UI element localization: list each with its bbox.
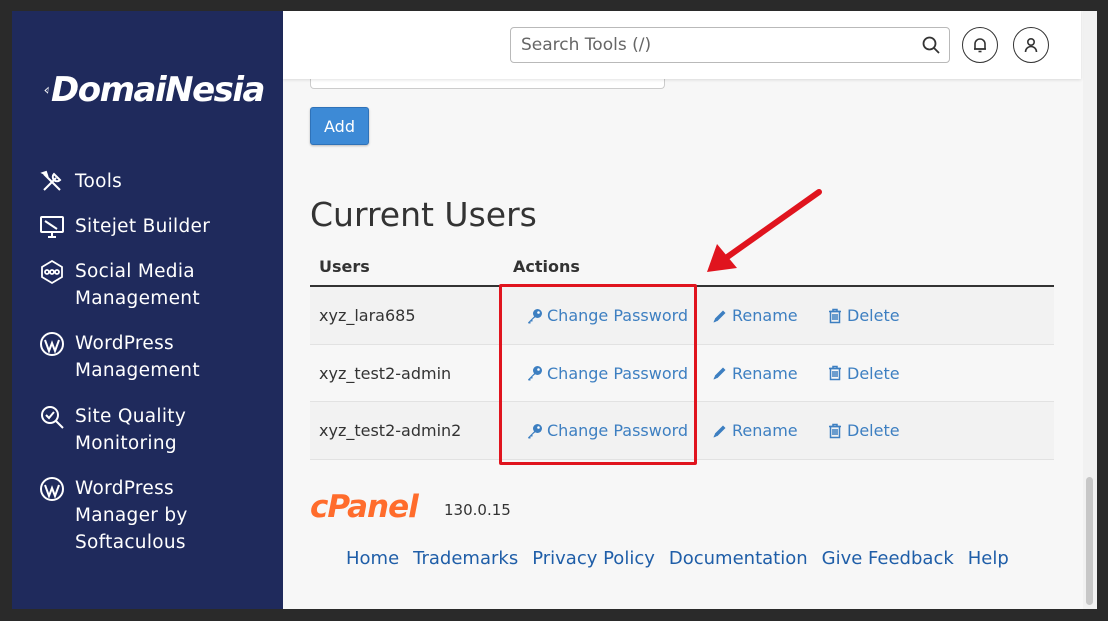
- rename-link[interactable]: Rename: [712, 421, 798, 440]
- user-name: xyz_lara685: [319, 306, 416, 325]
- main-content: Add Current Users Users Actions xyz_lara…: [283, 11, 1097, 609]
- user-menu-button[interactable]: [1013, 27, 1049, 63]
- delete-label: Delete: [847, 363, 900, 383]
- user-name: xyz_test2-admin: [319, 363, 452, 383]
- app-window: DomaiNesia Tools Sitejet Builder Social …: [12, 11, 1097, 609]
- magnifier-icon: [38, 403, 66, 430]
- delete-label: Delete: [847, 306, 900, 325]
- column-header-users: Users: [319, 257, 370, 276]
- pencil-icon: [713, 310, 726, 322]
- bell-icon: [974, 38, 986, 53]
- footer-link-give-feedback[interactable]: Give Feedback: [822, 548, 954, 569]
- cpanel-logo: cPanel: [310, 489, 420, 523]
- sidebar-item-label: Social Media Management: [75, 261, 200, 309]
- footer-link-home[interactable]: Home: [346, 548, 399, 569]
- rename-label: Rename: [732, 306, 798, 325]
- delete-link[interactable]: Delete: [827, 306, 900, 325]
- rename-label: Rename: [732, 363, 798, 383]
- top-bar: [283, 11, 1081, 79]
- social-media-icon: [38, 258, 66, 285]
- notifications-button[interactable]: [962, 27, 998, 63]
- footer-links: Home Trademarks Privacy Policy Documenta…: [346, 548, 1009, 569]
- column-header-actions: Actions: [513, 257, 580, 276]
- add-button[interactable]: Add: [310, 107, 369, 145]
- tools-icon: [38, 168, 66, 195]
- sidebar-item-label: Tools: [75, 171, 123, 192]
- annotation-highlight-box: [499, 284, 697, 465]
- footer-link-help[interactable]: Help: [968, 548, 1009, 569]
- search-box: [510, 27, 950, 63]
- rename-link[interactable]: Rename: [712, 306, 798, 325]
- domainesia-logo[interactable]: DomaiNesia: [44, 55, 265, 125]
- cpanel-version: 130.0.15: [444, 501, 511, 519]
- sidebar-item-wordpress-management[interactable]: WordPress Management: [38, 330, 200, 384]
- pencil-icon: [713, 425, 726, 437]
- sidebar-item-label: Site Quality Monitoring: [75, 406, 187, 454]
- sidebar-item-wordpress-manager-softaculous[interactable]: WordPress Manager by Softaculous: [38, 475, 188, 556]
- rename-link[interactable]: Rename: [712, 364, 798, 383]
- sidebar-item-sitejet-builder[interactable]: Sitejet Builder: [38, 213, 210, 240]
- footer-link-privacy-policy[interactable]: Privacy Policy: [532, 548, 655, 569]
- delete-link[interactable]: Delete: [827, 364, 900, 383]
- page-title: Current Users: [310, 195, 537, 234]
- brand-name: DomaiNesia: [51, 70, 265, 110]
- pencil-icon: [713, 367, 726, 380]
- delete-label: Delete: [847, 421, 900, 440]
- user-name: xyz_test2-admin2: [319, 421, 462, 440]
- svg-text:cPanel: cPanel: [310, 489, 419, 523]
- monitor-icon: [38, 213, 66, 240]
- sidebar-item-label: WordPress Manager by Softaculous: [75, 478, 188, 553]
- sidebar-item-label: WordPress Management: [75, 333, 200, 381]
- wordpress-icon: [38, 330, 66, 357]
- wordpress-icon: [38, 475, 66, 502]
- table-header: Users Actions: [310, 251, 1054, 287]
- sidebar-item-social-media[interactable]: Social Media Management: [38, 258, 200, 312]
- sidebar-item-label: Sitejet Builder: [75, 216, 211, 237]
- search-icon[interactable]: [921, 35, 941, 55]
- footer-link-trademarks[interactable]: Trademarks: [413, 548, 518, 569]
- delete-link[interactable]: Delete: [827, 421, 900, 440]
- sidebar-item-tools[interactable]: Tools: [38, 168, 122, 195]
- scrollbar-thumb[interactable]: [1086, 477, 1093, 605]
- trash-icon: [829, 365, 841, 381]
- trash-icon: [829, 308, 841, 323]
- sidebar: DomaiNesia Tools Sitejet Builder Social …: [12, 11, 283, 609]
- user-icon: [1024, 37, 1038, 53]
- search-input[interactable]: [511, 28, 911, 62]
- trash-icon: [829, 423, 841, 438]
- rename-label: Rename: [732, 421, 798, 440]
- annotation-arrow: [707, 189, 822, 272]
- domainesia-logo-mark: [44, 86, 49, 94]
- sidebar-item-site-quality[interactable]: Site Quality Monitoring: [38, 403, 186, 457]
- background-strip: [0, 609, 1108, 621]
- footer-link-documentation[interactable]: Documentation: [669, 548, 808, 569]
